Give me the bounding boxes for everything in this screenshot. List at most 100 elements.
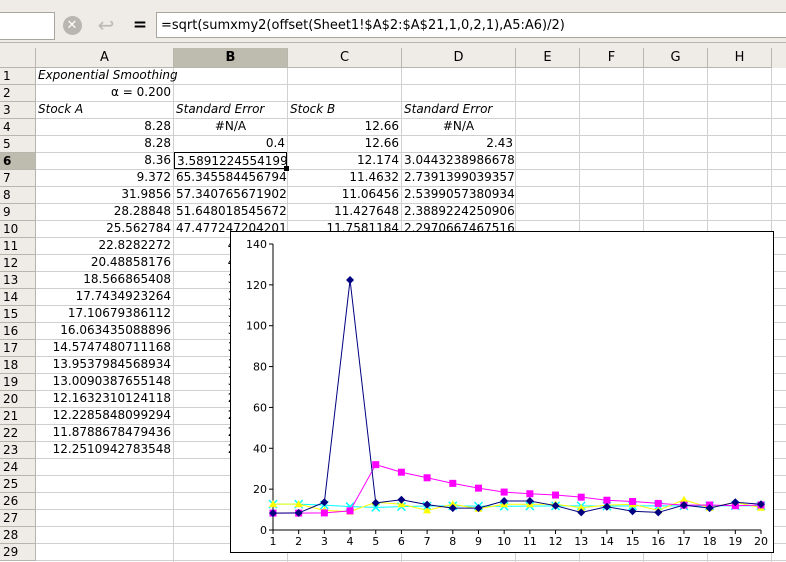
- cell-a21[interactable]: 12.2285848099294: [36, 407, 173, 424]
- cell-d7[interactable]: 2.73913990393578: [402, 169, 515, 186]
- cell-a13[interactable]: 18.566865408: [36, 271, 173, 288]
- row-header-7[interactable]: 7: [0, 170, 36, 187]
- column-header-f[interactable]: F: [580, 48, 644, 68]
- cell-a10[interactable]: 25.562784: [36, 220, 173, 237]
- row-header-16[interactable]: 16: [0, 323, 36, 340]
- function-symbol[interactable]: =: [128, 14, 152, 36]
- cell-a8[interactable]: 31.9856: [36, 186, 173, 203]
- cell-b6[interactable]: 3.58912245541999: [174, 152, 287, 169]
- row-header-9[interactable]: 9: [0, 204, 36, 221]
- row-header-22[interactable]: 22: [0, 425, 36, 442]
- cell-a6[interactable]: 8.36: [36, 152, 173, 169]
- cell-b9[interactable]: 51.648018545672: [174, 203, 287, 220]
- line-chart[interactable]: 0 20 40 60 80 100 120 140 1 2 3 4 5 6 7 8 9 10 11 12 13 14 15 1…: [230, 231, 774, 553]
- row-header-21[interactable]: 21: [0, 408, 36, 425]
- series-1-point: [397, 495, 406, 504]
- y-tick-label: 0: [260, 524, 267, 537]
- cell-a20[interactable]: 12.1632310124118: [36, 390, 173, 407]
- cell-d6[interactable]: 3.04432389866781: [402, 152, 515, 169]
- column-header-d[interactable]: D: [402, 48, 516, 68]
- column-header-a[interactable]: A: [36, 48, 174, 68]
- column-header-e[interactable]: E: [516, 48, 580, 68]
- row-header-13[interactable]: 13: [0, 272, 36, 289]
- cell-a19[interactable]: 13.0090387655148: [36, 373, 173, 390]
- row-header-3[interactable]: 3: [0, 102, 36, 119]
- cell-c4[interactable]: 12.66: [288, 118, 401, 135]
- row-header-11[interactable]: 11: [0, 238, 36, 255]
- cell-d8[interactable]: 2.53990573809344: [402, 186, 515, 203]
- cell-a22[interactable]: 11.8788678479436: [36, 424, 173, 441]
- row-header-10[interactable]: 10: [0, 221, 36, 238]
- row-header-19[interactable]: 19: [0, 374, 36, 391]
- cell-b7[interactable]: 65.345584456794: [174, 169, 287, 186]
- cell-b4[interactable]: #N/A: [174, 118, 287, 135]
- row-header-26[interactable]: 26: [0, 493, 36, 510]
- row-header-12[interactable]: 12: [0, 255, 36, 272]
- column-header-g[interactable]: G: [644, 48, 708, 68]
- cell-d5[interactable]: 2.43: [402, 135, 515, 152]
- cell-c5[interactable]: 12.66: [288, 135, 401, 152]
- cell-c6[interactable]: 12.174: [288, 152, 401, 169]
- cell-c7[interactable]: 11.4632: [288, 169, 401, 186]
- formula-input[interactable]: =sqrt(sumxmy2(offset(Sheet1!$A$2:$A$21,1…: [156, 12, 786, 38]
- row-header-27[interactable]: 27: [0, 510, 36, 527]
- cell-b3[interactable]: Standard Error: [174, 101, 287, 118]
- x-tick-label: 16: [651, 535, 665, 548]
- cell-a4[interactable]: 8.28: [36, 118, 173, 135]
- cell-a17[interactable]: 14.5747480711168: [36, 339, 173, 356]
- cell-b5[interactable]: 0.4: [174, 135, 287, 152]
- cell-c8[interactable]: 11.06456: [288, 186, 401, 203]
- cell-d3[interactable]: Standard Error: [402, 101, 515, 118]
- y-tick-label: 140: [246, 238, 267, 251]
- row-header-23[interactable]: 23: [0, 442, 36, 459]
- cell-a15[interactable]: 17.10679386112: [36, 305, 173, 322]
- x-tick-label: 7: [424, 535, 431, 548]
- cancel-icon[interactable]: ✕: [60, 14, 84, 36]
- cell-a16[interactable]: 16.063435088896: [36, 322, 173, 339]
- row-header-17[interactable]: 17: [0, 340, 36, 357]
- row-header-4[interactable]: 4: [0, 119, 36, 136]
- cell-b8[interactable]: 57.3407656719022: [174, 186, 287, 203]
- x-tick-label: 13: [574, 535, 588, 548]
- cell-c3[interactable]: Stock B: [288, 101, 401, 118]
- row-header-8[interactable]: 8: [0, 187, 36, 204]
- x-tick-label: 19: [728, 535, 742, 548]
- row-header-24[interactable]: 24: [0, 459, 36, 476]
- accept-icon[interactable]: ↩: [94, 13, 118, 37]
- row-header-18[interactable]: 18: [0, 357, 36, 374]
- cell-d9[interactable]: 2.38892242509061: [402, 203, 515, 220]
- cell-a14[interactable]: 17.7434923264: [36, 288, 173, 305]
- cell-d4[interactable]: #N/A: [402, 118, 515, 135]
- row-header-15[interactable]: 15: [0, 306, 36, 323]
- cell-a7[interactable]: 9.372: [36, 169, 173, 186]
- cell-a1[interactable]: Exponential Smoothing: [36, 67, 288, 84]
- name-box[interactable]: [0, 12, 55, 40]
- cell-c9[interactable]: 11.427648: [288, 203, 401, 220]
- row-header-5[interactable]: 5: [0, 136, 36, 153]
- cell-a3[interactable]: Stock A: [36, 101, 173, 118]
- column-header-h[interactable]: H: [708, 48, 772, 68]
- series-2-point: [423, 474, 431, 482]
- cell-a12[interactable]: 20.48858176: [36, 254, 173, 271]
- fill-handle[interactable]: [284, 166, 289, 171]
- cell-a23[interactable]: 12.2510942783548: [36, 441, 173, 458]
- toolbar-strip: [0, 0, 786, 9]
- cell-a2[interactable]: α = 0.200: [36, 84, 173, 101]
- series-2-point: [526, 490, 534, 498]
- cell-a11[interactable]: 22.8282272: [36, 237, 173, 254]
- row-header-6[interactable]: 6: [0, 153, 36, 170]
- select-all-corner[interactable]: [0, 48, 36, 68]
- row-header-28[interactable]: 28: [0, 527, 36, 544]
- row-header-2[interactable]: 2: [0, 85, 36, 102]
- row-header-29[interactable]: 29: [0, 544, 36, 561]
- cell-a5[interactable]: 8.28: [36, 135, 173, 152]
- cell-a9[interactable]: 28.28848: [36, 203, 173, 220]
- column-header-b[interactable]: B: [174, 48, 288, 68]
- cell-a18[interactable]: 13.9537984568934: [36, 356, 173, 373]
- row-header-14[interactable]: 14: [0, 289, 36, 306]
- series-1-line: [272, 279, 762, 514]
- row-header-1[interactable]: 1: [0, 68, 36, 85]
- row-header-20[interactable]: 20: [0, 391, 36, 408]
- row-header-25[interactable]: 25: [0, 476, 36, 493]
- column-header-c[interactable]: C: [288, 48, 402, 68]
